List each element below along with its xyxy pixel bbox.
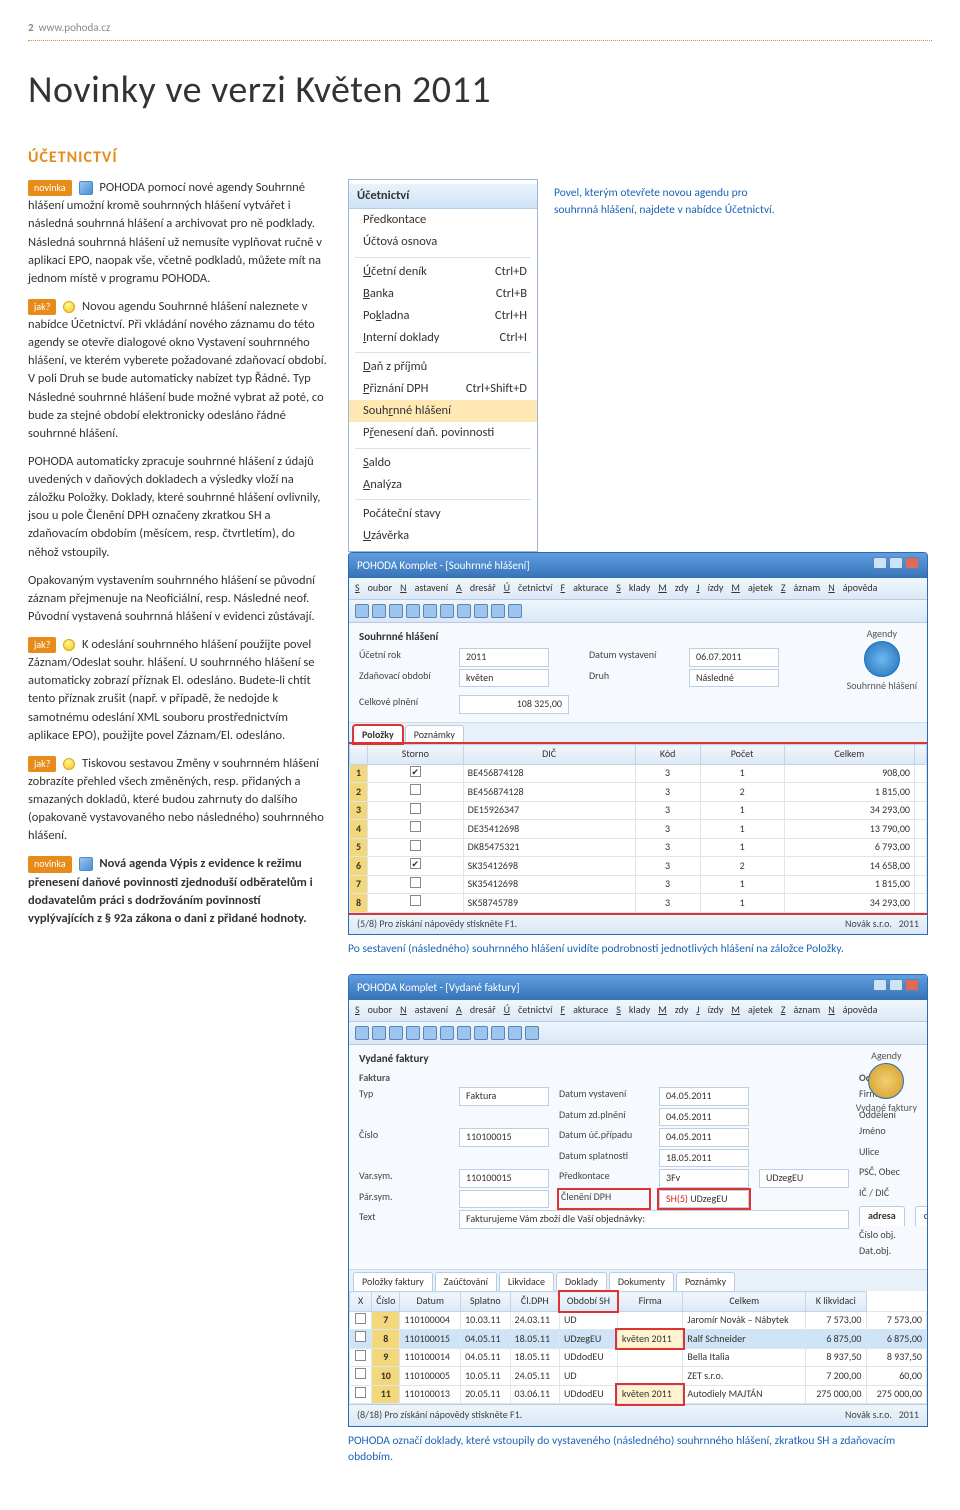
caption-1: Povel, kterým otevřete novou agendu pro … <box>554 185 794 218</box>
menu-item[interactable]: Přiznání DPHCtrl+Shift+D <box>349 378 537 400</box>
menu-item[interactable]: Analýza <box>349 474 537 496</box>
bulb-icon <box>63 301 75 313</box>
toolbar-icon <box>372 604 386 618</box>
badge-jak-3: jak? <box>28 756 56 773</box>
menu-item[interactable]: BankaCtrl+B <box>349 283 537 305</box>
bulb-icon <box>63 758 75 770</box>
screenshot-vydane-faktury: POHODA Komplet - [Vydané faktury] Soubor… <box>348 974 928 1426</box>
page-title: Novinky ve verzi Květen 2011 <box>28 63 932 118</box>
toolbar-icon <box>406 604 420 618</box>
toolbar-icon <box>491 604 505 618</box>
bulb-icon <box>63 639 75 651</box>
grid-tabs[interactable]: Položky Poznámky <box>349 723 927 745</box>
menu-item[interactable]: Účetní deníkCtrl+D <box>349 261 537 283</box>
menu-item[interactable]: Přenesení daň. povinnosti <box>349 422 537 444</box>
toolbar-icon <box>457 604 471 618</box>
menu-item[interactable]: PokladnaCtrl+H <box>349 305 537 327</box>
window-buttons[interactable] <box>871 557 919 574</box>
running-header: 2 www.pohoda.cz <box>28 20 932 36</box>
menubar[interactable]: SouborNastaveníAdresářÚčetnictvíFakturac… <box>349 578 927 600</box>
screenshot-menu-ucetnictvi: Účetnictví PředkontaceÚčtová osnovaÚčetn… <box>348 179 538 552</box>
tab-poznamky: Poznámky <box>405 725 464 745</box>
grid-tabs[interactable]: Položky faktury Zaúčtování Likvidace Dok… <box>349 1270 927 1292</box>
badge-novinka: novinka <box>28 180 72 197</box>
data-grid[interactable]: XČísloDatumSplatnoČl.DPHObdobí SHFirmaCe… <box>349 1291 927 1404</box>
menu-item[interactable]: Uzávěrka <box>349 525 537 547</box>
agenda-icon <box>864 641 900 677</box>
toolbar[interactable] <box>349 600 927 623</box>
caption-3: POHODA označí doklady, které vstoupily d… <box>348 1433 932 1466</box>
menu-item[interactable]: Daň z příjmů <box>349 356 537 378</box>
statusbar: (5/8) Pro získání nápovědy stiskněte F1.… <box>349 913 927 935</box>
toolbar-icon <box>423 604 437 618</box>
section-heading: ÚČETNICTVÍ <box>28 146 932 169</box>
data-grid[interactable]: StornoDIČKódPočetCelkem1BE45687412831908… <box>349 744 927 913</box>
header-divider <box>28 40 932 41</box>
menu-item[interactable]: Předkontace <box>349 209 537 231</box>
toolbar[interactable] <box>349 1022 927 1045</box>
close-icon <box>905 557 919 569</box>
toolbar-icon <box>355 604 369 618</box>
menu-item[interactable]: Interní dokladyCtrl+I <box>349 327 537 349</box>
agendy-sidebar[interactable]: Agendy Souhrnné hlášení <box>847 627 917 694</box>
menu-item[interactable]: Saldo <box>349 452 537 474</box>
screenshot-souhrnne-hlaseni: POHODA Komplet - [Souhrnné hlášení] Soub… <box>348 552 928 935</box>
caption-2: Po sestavení (následného) souhrnného hlá… <box>348 941 932 958</box>
agenda-icon <box>868 1063 904 1099</box>
toolbar-icon <box>508 604 522 618</box>
statusbar: (8/18) Pro získání nápovědy stiskněte F1… <box>349 1404 927 1426</box>
menubar[interactable]: SouborNastaveníAdresářÚčetnictvíFakturac… <box>349 1000 927 1022</box>
menu-item[interactable]: Počáteční stavy <box>349 503 537 525</box>
menu-item[interactable]: Souhrnné hlášení <box>349 400 537 422</box>
agendy-sidebar[interactable]: Agendy Vydané faktury <box>856 1049 917 1116</box>
toolbar-icon <box>440 604 454 618</box>
cube-icon <box>79 181 93 195</box>
badge-novinka-2: novinka <box>28 856 72 873</box>
tab-polozky: Položky <box>353 725 403 745</box>
cube-icon <box>79 857 93 871</box>
toolbar-icon <box>474 604 488 618</box>
toolbar-icon <box>389 604 403 618</box>
close-icon <box>905 979 919 991</box>
badge-jak-1: jak? <box>28 299 56 316</box>
menu-item[interactable]: Účtová osnova <box>349 231 537 253</box>
badge-jak-2: jak? <box>28 637 56 654</box>
article-body: novinka POHODA pomocí nové agendy Souhrn… <box>28 179 328 1482</box>
window-buttons[interactable] <box>871 979 919 996</box>
